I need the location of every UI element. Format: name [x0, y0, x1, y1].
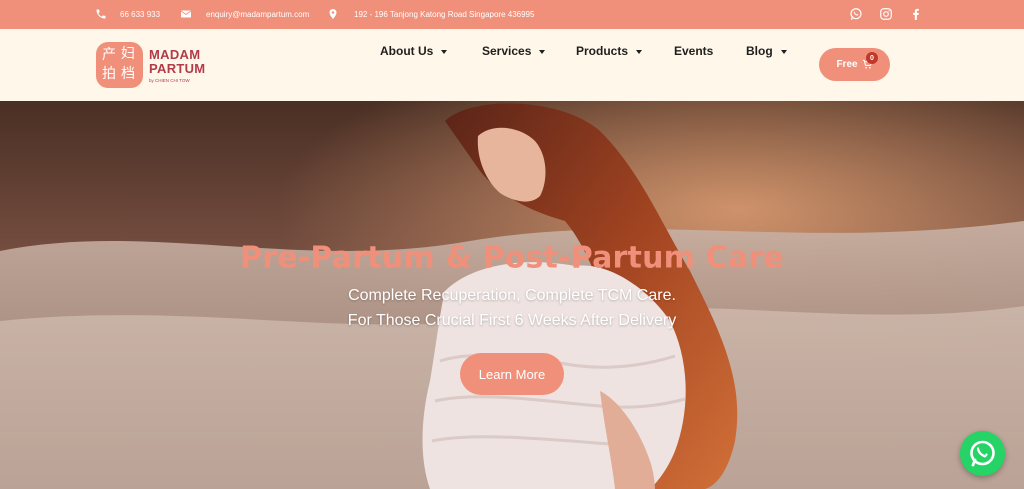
logo-wordmark-line2[interactable]: PARTUM: [149, 61, 205, 76]
logo-char: 产: [102, 47, 116, 63]
cart-label: Free: [836, 59, 858, 70]
logo-byline: by CHIEN CHI TOW: [149, 78, 190, 83]
cart-count-badge: 0: [866, 52, 878, 64]
logo-char: 档: [121, 66, 135, 82]
nav-blog[interactable]: Blog: [746, 44, 787, 58]
caret-down-icon: [780, 49, 787, 54]
hero-title: Pre-Partum & Post-Partum Care: [240, 240, 784, 276]
envelope-icon: [180, 10, 192, 18]
logo-mark[interactable]: 产 妇 拍 档: [96, 42, 143, 88]
phone-icon: [96, 9, 106, 19]
hero-subtitle-line2: For Those Crucial First 6 Weeks After De…: [347, 312, 677, 329]
logo-char: 拍: [102, 66, 116, 82]
caret-down-icon: [539, 49, 546, 54]
nav-events[interactable]: Events: [674, 44, 713, 58]
phone-number[interactable]: 66 633 933: [120, 0, 160, 29]
address-text: 192 - 196 Tanjong Katong Road Singapore …: [354, 10, 535, 19]
hero-banner: Pre-Partum & Post-Partum Care Complete R…: [0, 101, 1024, 489]
logo-char: 妇: [121, 46, 135, 62]
nav-label: Events: [674, 44, 714, 58]
map-pin-icon: [329, 9, 337, 19]
logo-wordmark-line1[interactable]: MADAM: [149, 47, 200, 62]
nav-label: Blog: [746, 44, 773, 58]
nav-label: Products: [576, 44, 629, 58]
whatsapp-icon[interactable]: [849, 7, 863, 21]
whatsapp-icon: [970, 440, 995, 467]
caret-down-icon: [441, 49, 448, 54]
nav-label: About Us: [380, 44, 434, 58]
cart-button[interactable]: Free: [819, 48, 890, 81]
nav-products[interactable]: Products: [576, 44, 643, 58]
caret-down-icon: [636, 49, 643, 54]
nav-services[interactable]: Services: [482, 44, 546, 58]
facebook-icon[interactable]: [909, 7, 923, 21]
whatsapp-chat-button[interactable]: [960, 431, 1005, 476]
hero-subtitle-line1: Complete Recuperation, Complete TCM Care…: [348, 287, 676, 304]
nav-label: Services: [482, 44, 532, 58]
nav-about-us[interactable]: About Us: [380, 44, 448, 58]
top-info-bar: 66 633 933 enquiry@madampartum.com 192 -…: [0, 0, 1024, 29]
email-address[interactable]: enquiry@madampartum.com: [206, 0, 309, 29]
learn-more-button[interactable]: Learn More: [460, 353, 564, 395]
instagram-icon[interactable]: [879, 7, 893, 21]
